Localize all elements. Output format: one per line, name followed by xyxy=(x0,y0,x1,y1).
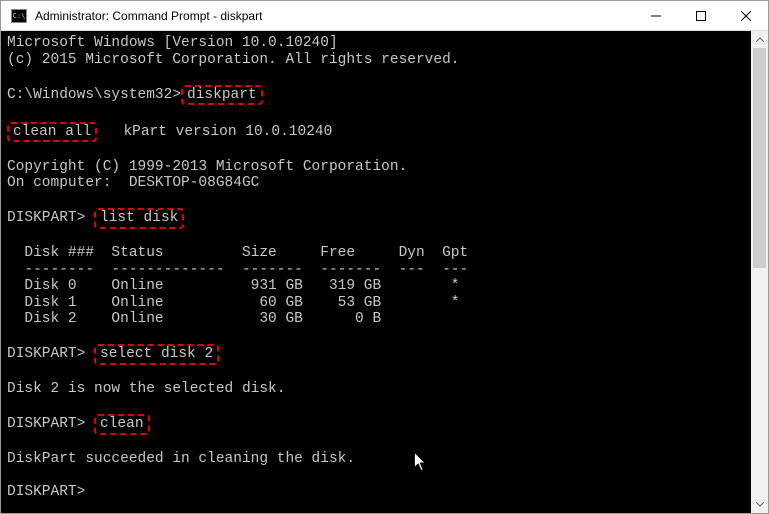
pad xyxy=(97,124,123,140)
vertical-scrollbar[interactable] xyxy=(751,31,768,513)
table-row: Disk 2 Online 30 GB 0 B xyxy=(7,311,381,327)
cmd-app-icon: C:\ xyxy=(11,9,27,23)
highlight-diskpart: diskpart xyxy=(181,85,263,106)
diskpart-prompt: DISKPART> xyxy=(7,210,85,226)
highlight-list-disk: list disk xyxy=(94,208,184,229)
scrollbar-thumb[interactable] xyxy=(753,48,766,268)
pad xyxy=(85,210,94,226)
banner-line-1: Microsoft Windows [Version 10.0.10240] xyxy=(7,35,338,51)
minimize-button[interactable] xyxy=(633,1,678,30)
close-button[interactable] xyxy=(723,1,768,30)
disk-table-header: Disk ### Status Size Free Dyn Gpt xyxy=(7,245,468,261)
maximize-button[interactable] xyxy=(678,1,723,30)
diskpart-prompt: DISKPART> xyxy=(7,416,85,432)
scroll-up-button[interactable] xyxy=(751,31,768,48)
window-controls xyxy=(633,1,768,30)
command-prompt-window: C:\ Administrator: Command Prompt - disk… xyxy=(0,0,769,514)
diskpart-prompt: DISKPART> xyxy=(7,484,85,500)
terminal-output[interactable]: Microsoft Windows [Version 10.0.10240] (… xyxy=(1,31,751,513)
titlebar: C:\ Administrator: Command Prompt - disk… xyxy=(1,1,768,31)
banner-line-2: (c) 2015 Microsoft Corporation. All righ… xyxy=(7,52,459,68)
highlight-clean: clean xyxy=(94,414,150,435)
highlight-select-disk: select disk 2 xyxy=(94,344,219,365)
table-row: Disk 1 Online 60 GB 53 GB * xyxy=(7,295,459,311)
table-row: Disk 0 Online 931 GB 319 GB * xyxy=(7,278,459,294)
scroll-down-button[interactable] xyxy=(751,496,768,513)
selected-disk-message: Disk 2 is now the selected disk. xyxy=(7,381,285,397)
terminal-area: Microsoft Windows [Version 10.0.10240] (… xyxy=(1,31,768,513)
mouse-cursor-icon xyxy=(414,452,428,472)
diskpart-computer: On computer: DESKTOP-08G84GC xyxy=(7,175,259,191)
diskpart-copyright: Copyright (C) 1999-2013 Microsoft Corpor… xyxy=(7,159,407,175)
diskpart-version-suffix: kPart version 10.0.10240 xyxy=(123,124,332,140)
pad xyxy=(85,416,94,432)
pad xyxy=(85,346,94,362)
clean-success-message: DiskPart succeeded in cleaning the disk. xyxy=(7,451,355,467)
scrollbar-track[interactable] xyxy=(751,48,768,496)
highlight-clean-all: clean all xyxy=(7,122,97,143)
window-title: Administrator: Command Prompt - diskpart xyxy=(35,9,633,23)
disk-table-divider: -------- ------------- ------- ------- -… xyxy=(7,262,468,278)
diskpart-prompt: DISKPART> xyxy=(7,346,85,362)
prompt-system32: C:\Windows\system32> xyxy=(7,87,181,103)
